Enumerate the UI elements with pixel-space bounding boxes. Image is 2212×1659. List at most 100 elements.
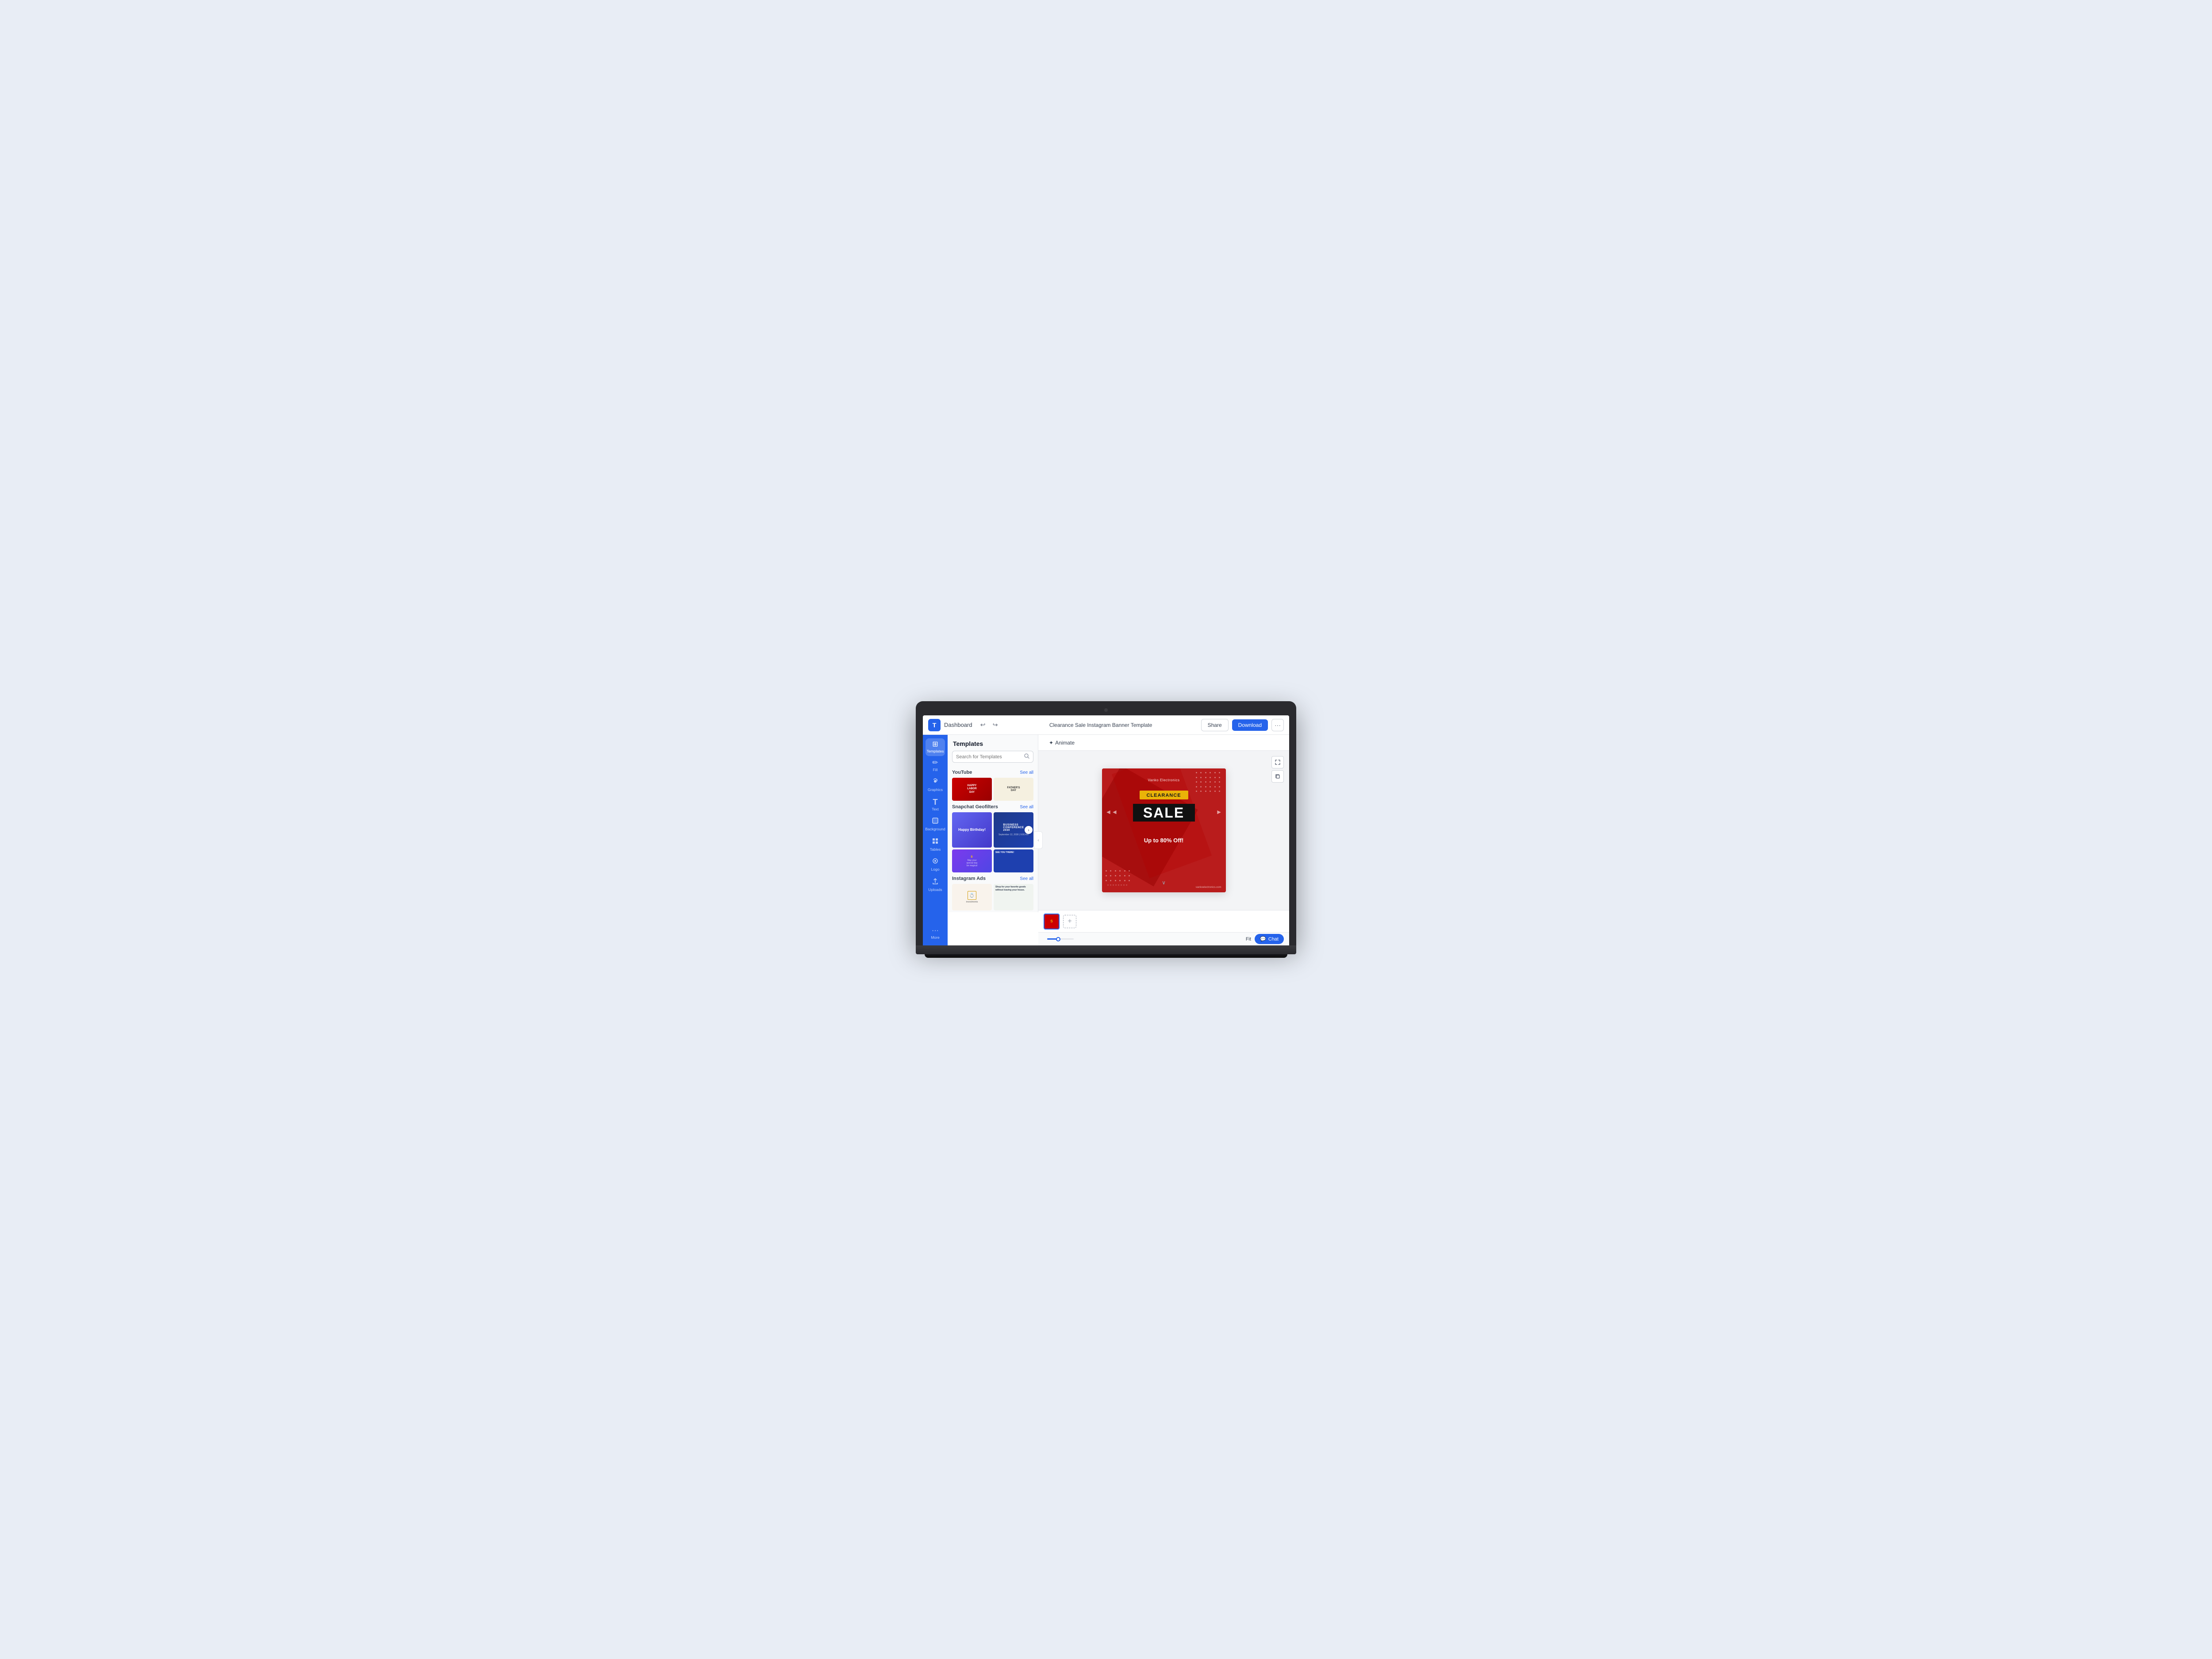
laptop-base — [916, 945, 1296, 954]
templates-search-area — [948, 751, 1038, 766]
redo-button[interactable]: ↪ — [990, 720, 1001, 730]
fit-button[interactable]: Fit — [1246, 937, 1251, 942]
text-icon: T — [933, 798, 938, 806]
snapchat-section-header: Snapchat Geofilters See all — [952, 804, 1033, 810]
youtube-see-all[interactable]: See all — [1020, 770, 1033, 775]
more-icon: ··· — [932, 927, 939, 934]
filmstrip-page-1[interactable]: S — [1044, 914, 1060, 929]
app-container: T Dashboard ↩ ↪ Clearance Sale Instagram… — [923, 715, 1289, 945]
zoom-slider[interactable] — [1047, 938, 1074, 940]
instagram-template-grid: 💍 investments Shop for your favorite goo… — [952, 884, 1033, 910]
animate-icon: ✦ — [1049, 740, 1053, 746]
canvas-filmstrip: S + — [1038, 910, 1289, 932]
search-icon — [1024, 753, 1029, 760]
canvas-toolbar: ✦ Animate — [1038, 735, 1289, 751]
laptop-camera — [1104, 708, 1108, 712]
sidebar-item-text[interactable]: T Text — [926, 795, 945, 814]
chat-button[interactable]: 💬 Chat — [1255, 934, 1284, 944]
logo-icon — [932, 857, 939, 866]
youtube-section-title: YouTube — [952, 770, 972, 775]
duplicate-canvas-button[interactable] — [1271, 770, 1284, 783]
snapchat-template-4[interactable]: SEE YOU THERE! — [994, 849, 1033, 872]
graphics-icon — [932, 778, 939, 787]
share-button[interactable]: Share — [1201, 719, 1229, 731]
dots-bottom-row — [1107, 884, 1127, 886]
sale-website: vankoelectronics.com — [1196, 886, 1221, 889]
tables-icon — [932, 837, 939, 846]
sale-arrow-left: ◄◄ — [1106, 808, 1118, 815]
snapchat-see-all[interactable]: See all — [1020, 805, 1033, 810]
sidebar-item-more[interactable]: ··· More — [926, 925, 945, 942]
app-header: T Dashboard ↩ ↪ Clearance Sale Instagram… — [923, 715, 1289, 735]
sale-brand: Vanko Electronics — [1148, 778, 1180, 782]
snapchat-extra-grid: ✋ May yourspecial daybe magical SEE YOU … — [952, 849, 1033, 872]
sidebar-item-background[interactable]: Background — [926, 814, 945, 834]
sale-main-text-box: SALE — [1133, 804, 1195, 822]
header-controls: ↩ ↪ — [978, 720, 1001, 730]
search-box[interactable] — [952, 751, 1033, 763]
sidebar-item-fill[interactable]: ✏ Fill — [926, 757, 945, 775]
sidebar-item-tables[interactable]: Tables — [926, 835, 945, 854]
undo-button[interactable]: ↩ — [978, 720, 988, 730]
download-button[interactable]: Download — [1232, 719, 1268, 731]
sidebar-nav: ⊞ Templates ✏ Fill — [923, 735, 948, 945]
document-title: Clearance Sale Instagram Banner Template — [1004, 722, 1198, 728]
zoom-controls — [1044, 938, 1242, 940]
youtube-section-header: YouTube See all — [952, 770, 1033, 775]
instagram-template-1[interactable]: 💍 investments — [952, 884, 992, 910]
search-input[interactable] — [956, 754, 1022, 760]
more-options-button[interactable]: ··· — [1271, 719, 1284, 731]
discount-text: Up to 80% Off! — [1144, 837, 1184, 844]
instagram-see-all[interactable]: See all — [1020, 876, 1033, 881]
youtube-template-1[interactable]: HAPPYLABORDAY — [952, 778, 992, 801]
dots-bottom-left — [1106, 870, 1132, 883]
snapchat-template-3[interactable]: ✋ May yourspecial daybe magical — [952, 849, 992, 872]
sidebar-item-uploads[interactable]: Uploads — [926, 875, 945, 895]
app-main: ⊞ Templates ✏ Fill — [923, 735, 1289, 945]
design-canvas[interactable]: Vanko Electronics ◄◄ CLEARANCE — [1102, 768, 1226, 892]
sidebar-item-logo[interactable]: Logo — [926, 855, 945, 874]
youtube-template-2[interactable]: FATHER'SDAY — [994, 778, 1033, 801]
panel-collapse-button[interactable]: ‹ — [1034, 831, 1043, 849]
snapchat-section-title: Snapchat Geofilters — [952, 804, 998, 810]
canvas-footer: Fit 💬 Chat — [1038, 932, 1289, 945]
laptop-bezel: T Dashboard ↩ ↪ Clearance Sale Instagram… — [916, 701, 1296, 945]
templates-content: YouTube See all HAPPYLABORDAY — [948, 766, 1038, 912]
sidebar-item-graphics[interactable]: Graphics — [926, 775, 945, 795]
templates-icon: ⊞ — [932, 741, 938, 748]
templates-panel-title: Templates — [948, 735, 1038, 751]
clearance-box: CLEARANCE — [1139, 791, 1188, 799]
snap-scroll-btn[interactable]: › — [1025, 826, 1033, 834]
canvas-tools-right — [1271, 756, 1284, 783]
filmstrip-thumb-inner: S — [1045, 914, 1059, 929]
instagram-template-2[interactable]: Shop for your favorite goods without lea… — [994, 884, 1033, 910]
uploads-icon — [932, 878, 939, 887]
canvas-content: Vanko Electronics ◄◄ CLEARANCE — [1038, 751, 1289, 910]
sale-background: Vanko Electronics ◄◄ CLEARANCE — [1102, 768, 1226, 892]
dots-top-right — [1196, 772, 1222, 794]
laptop-foot — [925, 954, 1287, 958]
background-icon — [932, 817, 939, 826]
header-actions: Share Download ··· — [1201, 719, 1284, 731]
templates-panel: Templates — [948, 735, 1038, 912]
snapchat-template-grid: Happy Birthday! BUSINESSCONFERENCE2030 S… — [952, 812, 1033, 848]
sale-label: SALE — [1142, 806, 1186, 820]
dashboard-link[interactable]: Dashboard — [944, 722, 972, 728]
instagram-section-title: Instagram Ads — [952, 876, 986, 881]
expand-canvas-button[interactable] — [1271, 756, 1284, 768]
laptop-wrapper: T Dashboard ↩ ↪ Clearance Sale Instagram… — [916, 701, 1296, 958]
snapchat-template-2[interactable]: BUSINESSCONFERENCE2030 September 12, 203… — [994, 812, 1033, 848]
canvas-chevron-down: ∨ — [1162, 879, 1166, 886]
laptop-screen: T Dashboard ↩ ↪ Clearance Sale Instagram… — [923, 715, 1289, 945]
chat-icon: 💬 — [1260, 936, 1266, 942]
animate-button[interactable]: ✦ Animate — [1045, 738, 1078, 748]
sidebar-item-templates[interactable]: ⊞ Templates — [926, 738, 945, 756]
fill-icon: ✏ — [932, 760, 938, 767]
templates-panel-wrap: Templates — [948, 735, 1038, 945]
sale-discount: Up to 80% Off! — [1144, 837, 1184, 844]
instagram-section-header: Instagram Ads See all — [952, 876, 1033, 881]
logo-button[interactable]: T — [928, 719, 941, 731]
snapchat-template-1[interactable]: Happy Birthday! — [952, 812, 992, 848]
clearance-text: CLEARANCE — [1146, 793, 1181, 798]
filmstrip-add-page[interactable]: + — [1063, 915, 1076, 928]
